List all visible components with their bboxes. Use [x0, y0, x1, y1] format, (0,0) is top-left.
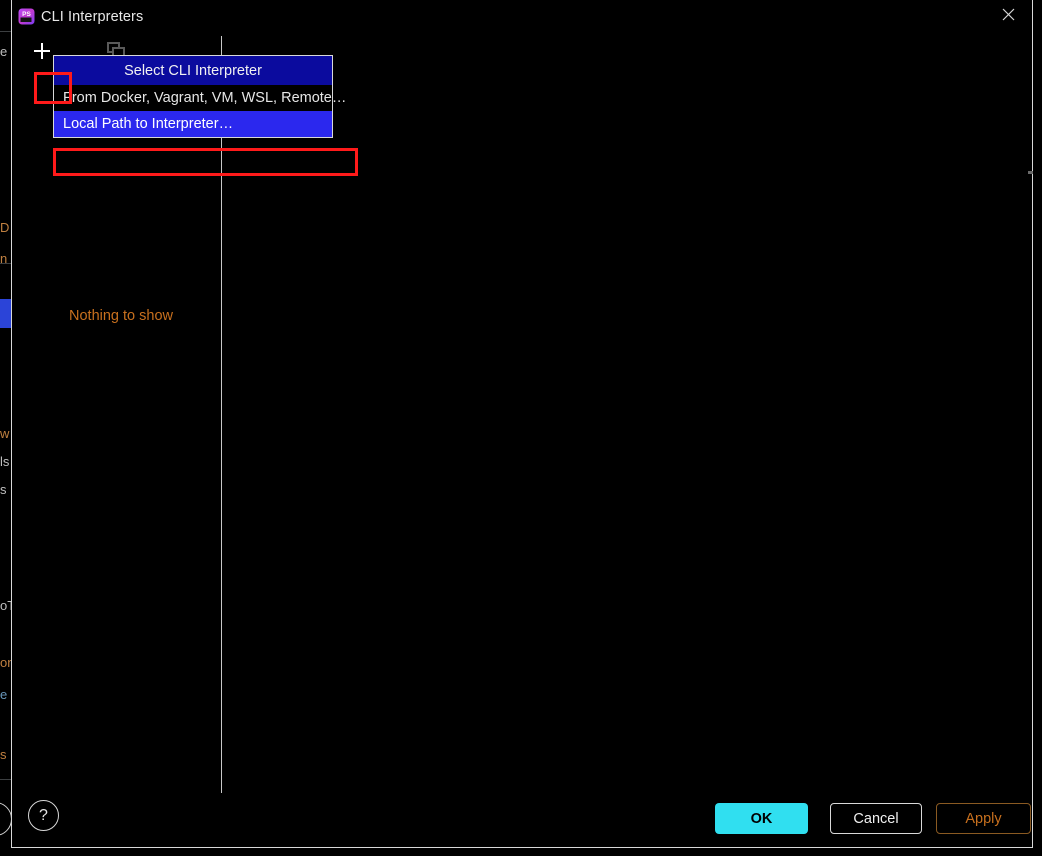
dialog-title: CLI Interpreters [41, 9, 144, 25]
background-text-fragment: on [0, 655, 11, 670]
dialog-content: Nothing to show Select CLI Interpreter F… [12, 36, 1033, 793]
background-text-fragment: ls [0, 454, 10, 469]
background-text-fragment: e [0, 44, 8, 59]
highlight-box-local-path [53, 148, 358, 176]
dialog-footer: ? OK Cancel Apply [12, 791, 1032, 847]
background-text-fragment: e [0, 687, 8, 702]
background-text-fragment: D [0, 220, 10, 235]
cli-interpreters-dialog: PS CLI Interpreters Nothing to show Sele… [11, 0, 1033, 848]
add-interpreter-button[interactable] [28, 37, 56, 65]
help-button[interactable]: ? [28, 800, 59, 831]
background-text-fragment: s [0, 482, 7, 497]
pycharm-professional-icon: PS [18, 8, 35, 25]
scrollbar-thumb[interactable] [1028, 171, 1033, 174]
dialog-titlebar[interactable]: PS CLI Interpreters [12, 0, 1032, 36]
screen: Dn w ls s oT on e s e PS [0, 0, 1042, 856]
plus-icon [41, 43, 43, 59]
close-icon[interactable] [986, 0, 1032, 34]
background-text-fragment: s [0, 747, 7, 762]
background-text-fragment: n [0, 251, 8, 266]
background-text-fragment: oT [0, 598, 11, 613]
menu-item-from-docker[interactable]: From Docker, Vagrant, VM, WSL, Remote… [54, 85, 346, 111]
svg-text:PS: PS [22, 11, 31, 18]
apply-button[interactable]: Apply [936, 803, 1031, 834]
popup-title: Select CLI Interpreter [54, 56, 332, 85]
background-divider [0, 31, 11, 32]
menu-item-local-path[interactable]: Local Path to Interpreter… [54, 111, 332, 137]
empty-list-message: Nothing to show [69, 308, 173, 324]
panel-splitter[interactable] [221, 36, 222, 793]
background-text-fragment: w [0, 426, 10, 441]
background-sidebar-selected-item[interactable] [0, 299, 11, 328]
select-cli-interpreter-popup: Select CLI Interpreter From Docker, Vagr… [53, 55, 346, 138]
ok-button[interactable]: OK [715, 803, 808, 834]
cancel-button[interactable]: Cancel [830, 803, 922, 834]
background-divider [0, 779, 11, 780]
